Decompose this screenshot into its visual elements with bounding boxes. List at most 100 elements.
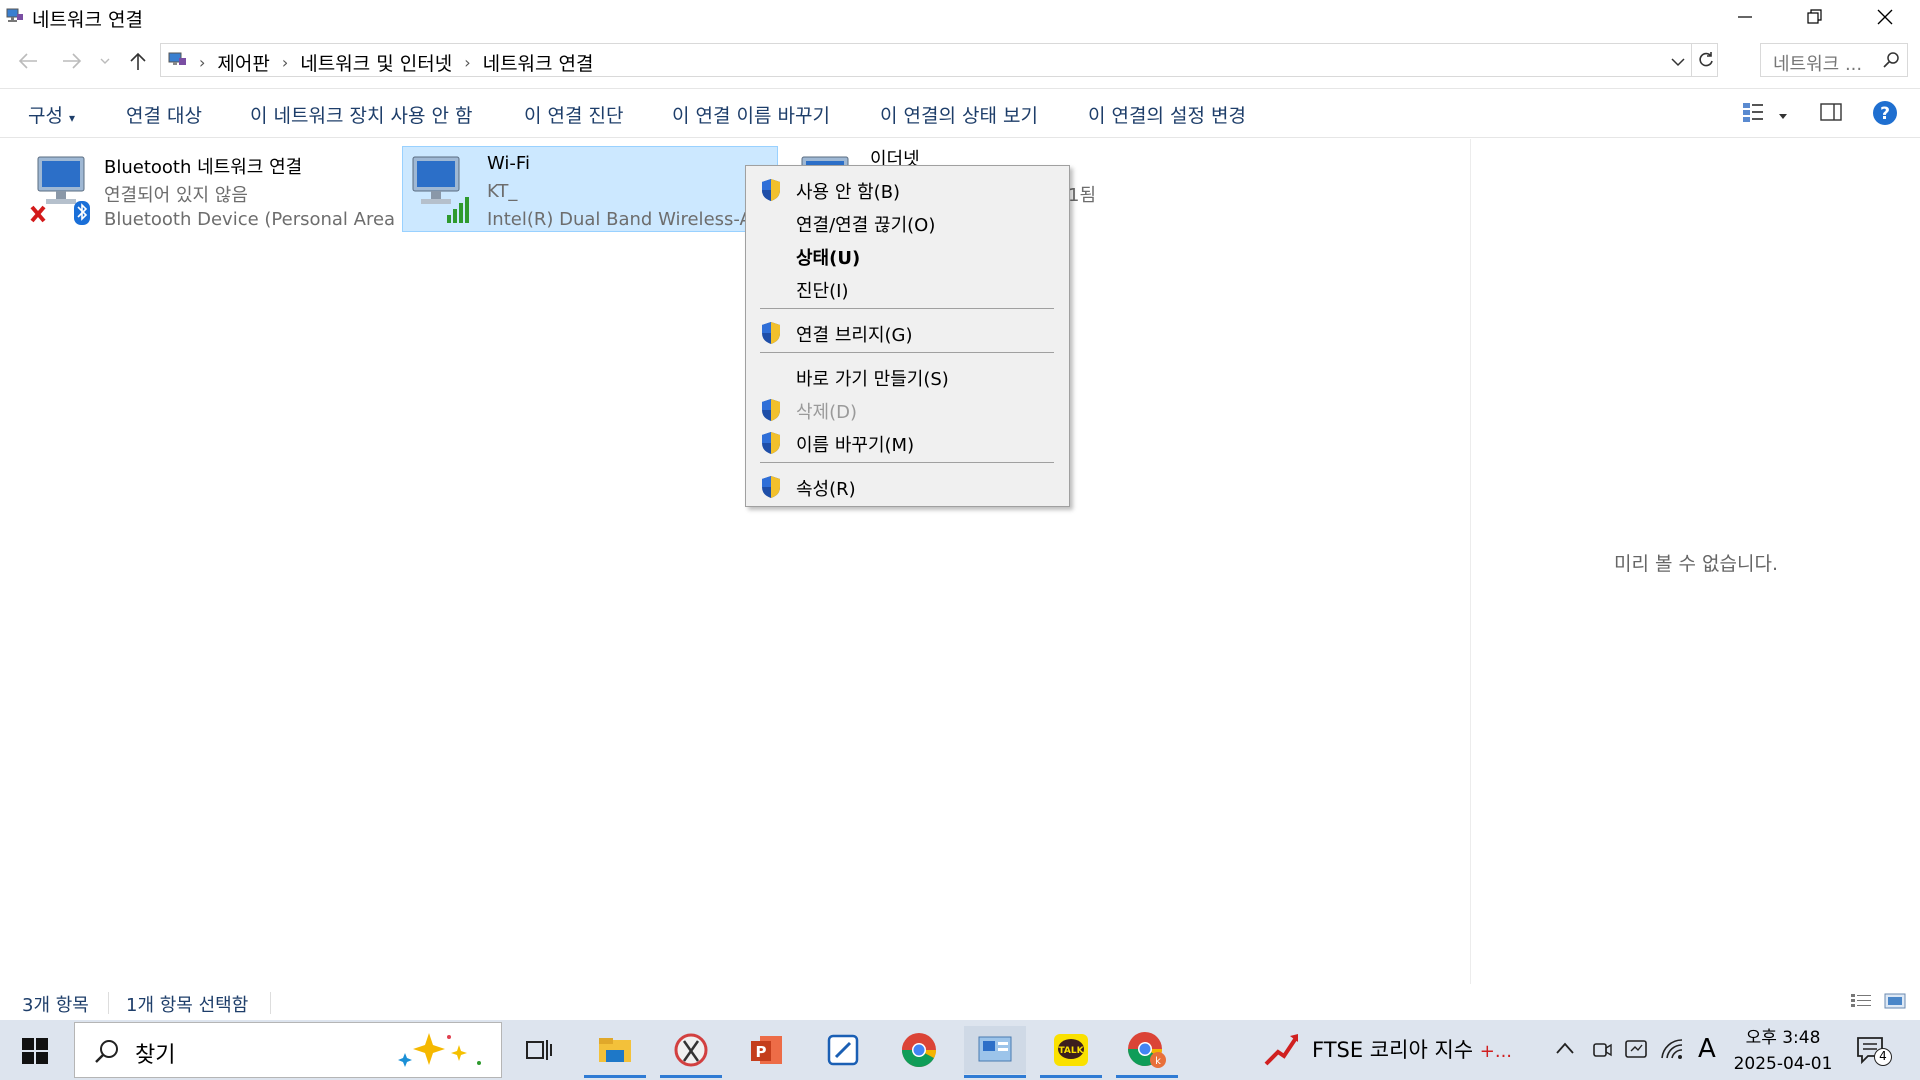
breadcrumb-separator-icon: › [199, 53, 206, 72]
forward-button[interactable] [58, 47, 86, 75]
address-divider [1691, 43, 1692, 77]
connection-status: 1됨 [1068, 185, 1097, 206]
back-button[interactable] [14, 47, 42, 75]
clock-date: 2025-04-01 [1733, 1054, 1833, 1074]
uac-shield-icon [760, 431, 782, 455]
connection-item-wifi[interactable]: Wi-Fi KT_ Intel(R) Dual Band Wireless-AC… [402, 146, 778, 232]
sparkle-icon [395, 1031, 485, 1075]
menu-item-disable[interactable]: 사용 안 함(B) [746, 174, 1069, 204]
running-indicator [1040, 1075, 1102, 1078]
connection-item-bluetooth[interactable]: Bluetooth 네트워크 연결 연결되어 있지 않음 Bluetooth D… [20, 147, 400, 233]
bluetooth-network-icon [28, 153, 92, 225]
breadcrumb-network-connections[interactable]: 네트워크 연결 [483, 49, 594, 76]
rename-button[interactable]: 이 연결 이름 바꾸기 [672, 101, 830, 128]
search-icon[interactable] [1883, 52, 1899, 72]
change-settings-button[interactable]: 이 연결의 설정 변경 [1088, 101, 1246, 128]
show-hidden-icons-chevron-icon[interactable] [1555, 1040, 1575, 1059]
task-view-icon[interactable] [508, 1026, 570, 1074]
status-bar: 3개 항목 1개 항목 선택함 [0, 984, 1920, 1020]
selected-count: 1개 항목 선택함 [126, 995, 249, 1016]
notification-center-icon[interactable]: 4 [1856, 1036, 1892, 1070]
snipping-tool-icon[interactable] [660, 1026, 722, 1078]
taskbar-clock[interactable]: 오후 3:48 2025-04-01 [1728, 1025, 1838, 1077]
svg-text:P: P [756, 1043, 767, 1061]
details-view-icon[interactable] [1850, 992, 1872, 1014]
window-title: 네트워크 연결 [32, 9, 143, 31]
wifi-network-icon [407, 153, 471, 225]
search-placeholder: 네트워크 ... [1773, 54, 1863, 75]
item-count: 3개 항목 [22, 995, 89, 1016]
large-icons-view-icon[interactable] [1884, 992, 1906, 1014]
uac-shield-icon [760, 475, 782, 499]
breadcrumb-separator-icon: › [281, 53, 289, 72]
wifi-status-icon[interactable] [1660, 1038, 1684, 1064]
status-divider [108, 992, 109, 1014]
menu-separator [760, 462, 1054, 463]
address-bar[interactable]: › 제어판 › 네트워크 및 인터넷 › 네트워크 연결 [160, 43, 1718, 77]
stock-trend-icon[interactable] [1264, 1032, 1300, 1070]
taskbar: 찾기 P TALK k FTSE 코리아 지수 +... A 오후 3:48 2… [0, 1020, 1920, 1080]
network-connections-icon [6, 8, 24, 24]
menu-item-properties[interactable]: 속성(R) [746, 471, 1069, 501]
running-indicator [1116, 1075, 1178, 1078]
ime-indicator[interactable]: A [1698, 1034, 1716, 1064]
tablet-mode-icon[interactable] [1624, 1038, 1648, 1064]
notification-count-badge: 4 [1874, 1048, 1892, 1066]
organize-menu[interactable]: 구성 ▾ [28, 101, 75, 128]
menu-separator [760, 308, 1054, 309]
chrome-profile-icon[interactable]: k [1116, 1026, 1178, 1078]
kakaotalk-icon[interactable]: TALK [1040, 1026, 1102, 1078]
connection-status: 연결되어 있지 않음 [104, 185, 248, 206]
title-bar: 네트워크 연결 [0, 0, 1920, 34]
menu-item-diagnose[interactable]: 진단(I) [746, 273, 1069, 303]
taskbar-search-box[interactable]: 찾기 [74, 1022, 502, 1078]
menu-item-connect-disconnect[interactable]: 연결/연결 끊기(O) [746, 207, 1069, 237]
search-input[interactable]: 네트워크 ... [1760, 43, 1908, 77]
powerpoint-icon[interactable]: P [736, 1026, 798, 1074]
ftse-widget[interactable]: FTSE 코리아 지수 +... [1312, 1034, 1512, 1064]
restore-button[interactable] [1780, 0, 1850, 34]
clock-time: 오후 3:48 [1745, 1028, 1821, 1048]
minimize-button[interactable] [1710, 0, 1780, 34]
camera-icon[interactable] [1592, 1040, 1612, 1064]
disable-device-button[interactable]: 이 네트워크 장치 사용 안 함 [250, 101, 472, 128]
preview-pane-icon[interactable] [1820, 103, 1842, 125]
network-control-panel-icon[interactable] [964, 1026, 1026, 1078]
help-icon[interactable]: ? [1872, 100, 1898, 130]
change-view-icon[interactable] [1742, 101, 1764, 127]
menu-item-create-shortcut[interactable]: 바로 가기 만들기(S) [746, 361, 1069, 391]
notepad-app-icon[interactable] [812, 1026, 874, 1074]
search-text: 찾기 [135, 1043, 176, 1068]
svg-text:k: k [1155, 1056, 1161, 1067]
address-dropdown-chevron-icon[interactable] [1671, 52, 1685, 71]
recent-locations-chevron-icon[interactable] [96, 47, 114, 75]
connection-name: Wi-Fi [487, 153, 530, 174]
status-divider [270, 992, 271, 1014]
menu-item-delete[interactable]: 삭제(D) [746, 394, 1069, 424]
context-menu: 사용 안 함(B) 연결/연결 끊기(O) 상태(U) 진단(I) 연결 브리지… [745, 165, 1070, 507]
view-status-button[interactable]: 이 연결의 상태 보기 [880, 101, 1038, 128]
windows-start-icon[interactable] [22, 1038, 48, 1068]
running-indicator [660, 1075, 722, 1078]
breadcrumb-control-panel[interactable]: 제어판 [217, 49, 269, 76]
diagnose-button[interactable]: 이 연결 진단 [524, 101, 623, 128]
uac-shield-icon [760, 321, 782, 345]
file-explorer-icon[interactable] [584, 1026, 646, 1078]
dropdown-arrow-icon: ▾ [69, 111, 76, 125]
breadcrumb-network-internet[interactable]: 네트워크 및 인터넷 [300, 49, 452, 76]
control-panel-icon [167, 51, 187, 74]
connection-name: Bluetooth 네트워크 연결 [104, 157, 303, 178]
menu-item-status[interactable]: 상태(U) [746, 240, 1069, 270]
close-button[interactable] [1850, 0, 1920, 34]
connect-to-button[interactable]: 연결 대상 [126, 101, 202, 128]
menu-item-bridge[interactable]: 연결 브리지(G) [746, 317, 1069, 347]
chrome-icon[interactable] [888, 1026, 950, 1074]
running-indicator [584, 1075, 646, 1078]
connections-list: Bluetooth 네트워크 연결 연결되어 있지 않음 Bluetooth D… [0, 139, 1470, 984]
running-indicator [964, 1075, 1026, 1078]
up-button[interactable] [124, 47, 152, 75]
breadcrumb-separator-icon: › [464, 53, 471, 72]
menu-item-rename[interactable]: 이름 바꾸기(M) [746, 427, 1069, 457]
view-options-arrow-icon[interactable] [1778, 105, 1788, 124]
refresh-icon[interactable] [1697, 51, 1715, 73]
